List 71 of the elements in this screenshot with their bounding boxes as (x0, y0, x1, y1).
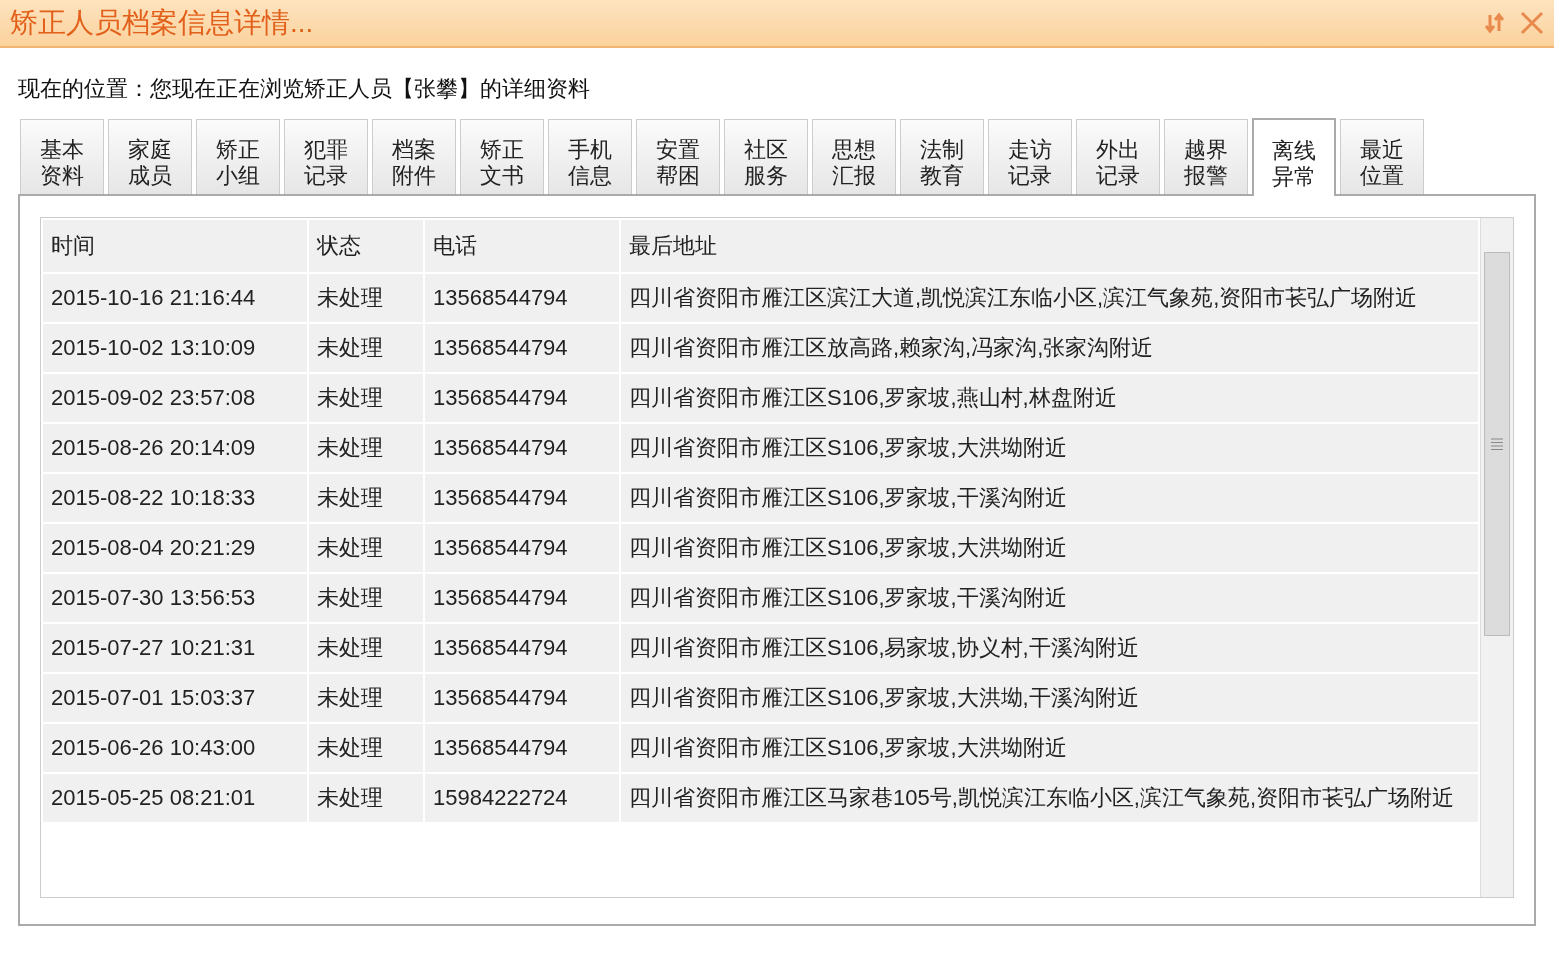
tab[interactable]: 法制教育 (900, 119, 984, 194)
table-cell: 2015-10-16 21:16:44 (42, 273, 308, 323)
table-cell: 四川省资阳市雁江区S106,罗家坡,燕山村,林盘附近 (620, 373, 1479, 423)
table-cell: 四川省资阳市雁江区滨江大道,凯悦滨江东临小区,滨江气象苑,资阳市苌弘广场附近 (620, 273, 1479, 323)
table-cell: 13568544794 (424, 523, 620, 573)
table-cell: 2015-07-27 10:21:31 (42, 623, 308, 673)
table-cell: 13568544794 (424, 623, 620, 673)
table-cell: 未处理 (308, 573, 424, 623)
table-cell: 未处理 (308, 323, 424, 373)
tab[interactable]: 思想汇报 (812, 119, 896, 194)
tab[interactable]: 外出记录 (1076, 119, 1160, 194)
table-cell: 13568544794 (424, 273, 620, 323)
grip-icon (1491, 438, 1503, 450)
table-cell: 未处理 (308, 273, 424, 323)
tab[interactable]: 犯罪记录 (284, 119, 368, 194)
table-cell: 2015-08-04 20:21:29 (42, 523, 308, 573)
table-cell: 四川省资阳市雁江区马家巷105号,凯悦滨江东临小区,滨江气象苑,资阳市苌弘广场附近 (620, 773, 1479, 823)
table-cell: 未处理 (308, 423, 424, 473)
table-cell: 四川省资阳市雁江区S106,罗家坡,大洪坳附近 (620, 423, 1479, 473)
column-header: 状态 (308, 219, 424, 273)
tab[interactable]: 越界报警 (1164, 119, 1248, 194)
table-cell: 2015-09-02 23:57:08 (42, 373, 308, 423)
table-cell: 13568544794 (424, 673, 620, 723)
table-cell: 15984222724 (424, 773, 620, 823)
tab[interactable]: 手机信息 (548, 119, 632, 194)
table-cell: 四川省资阳市雁江区S106,罗家坡,干溪沟附近 (620, 573, 1479, 623)
column-header: 时间 (42, 219, 308, 273)
table-cell: 2015-08-22 10:18:33 (42, 473, 308, 523)
tab[interactable]: 档案附件 (372, 119, 456, 194)
tab[interactable]: 走访记录 (988, 119, 1072, 194)
table-cell: 2015-06-26 10:43:00 (42, 723, 308, 773)
tab[interactable]: 矫正文书 (460, 119, 544, 194)
table-cell: 未处理 (308, 373, 424, 423)
table-cell: 未处理 (308, 623, 424, 673)
table-cell: 13568544794 (424, 473, 620, 523)
table-cell: 未处理 (308, 673, 424, 723)
table-cell: 13568544794 (424, 373, 620, 423)
sort-icon[interactable] (1484, 12, 1506, 34)
tab[interactable]: 社区服务 (724, 119, 808, 194)
table-cell: 四川省资阳市雁江区放高路,赖家沟,冯家沟,张家沟附近 (620, 323, 1479, 373)
tab[interactable]: 安置帮困 (636, 119, 720, 194)
table-cell: 2015-08-26 20:14:09 (42, 423, 308, 473)
tab[interactable]: 矫正小组 (196, 119, 280, 194)
column-header: 最后地址 (620, 219, 1479, 273)
tab[interactable]: 家庭成员 (108, 119, 192, 194)
table-cell: 2015-07-30 13:56:53 (42, 573, 308, 623)
tab[interactable]: 基本资料 (20, 119, 104, 194)
table-cell: 未处理 (308, 473, 424, 523)
table-cell: 2015-07-01 15:03:37 (42, 673, 308, 723)
table-cell: 未处理 (308, 723, 424, 773)
table-cell: 13568544794 (424, 573, 620, 623)
table-cell: 未处理 (308, 773, 424, 823)
table-cell: 未处理 (308, 523, 424, 573)
breadcrumb-text: 现在的位置：您现在正在浏览矫正人员【张攀】的详细资料 (18, 76, 590, 101)
tab[interactable]: 最近位置 (1340, 119, 1424, 194)
table-cell: 四川省资阳市雁江区S106,易家坡,协义村,干溪沟附近 (620, 623, 1479, 673)
close-icon[interactable] (1520, 11, 1544, 35)
scrollbar[interactable] (1480, 218, 1513, 897)
table-cell: 四川省资阳市雁江区S106,罗家坡,干溪沟附近 (620, 473, 1479, 523)
tab[interactable]: 离线异常 (1252, 118, 1336, 196)
scroll-thumb[interactable] (1484, 252, 1510, 636)
table-cell: 四川省资阳市雁江区S106,罗家坡,大洪坳附近 (620, 723, 1479, 773)
table-cell: 13568544794 (424, 723, 620, 773)
column-header: 电话 (424, 219, 620, 273)
table-cell: 四川省资阳市雁江区S106,罗家坡,大洪坳,干溪沟附近 (620, 673, 1479, 723)
table-cell: 2015-10-02 13:10:09 (42, 323, 308, 373)
table-cell: 2015-05-25 08:21:01 (42, 773, 308, 823)
table-cell: 四川省资阳市雁江区S106,罗家坡,大洪坳附近 (620, 523, 1479, 573)
window-title: 矫正人员档案信息详情... (10, 6, 315, 40)
table-cell: 13568544794 (424, 423, 620, 473)
table-cell: 13568544794 (424, 323, 620, 373)
